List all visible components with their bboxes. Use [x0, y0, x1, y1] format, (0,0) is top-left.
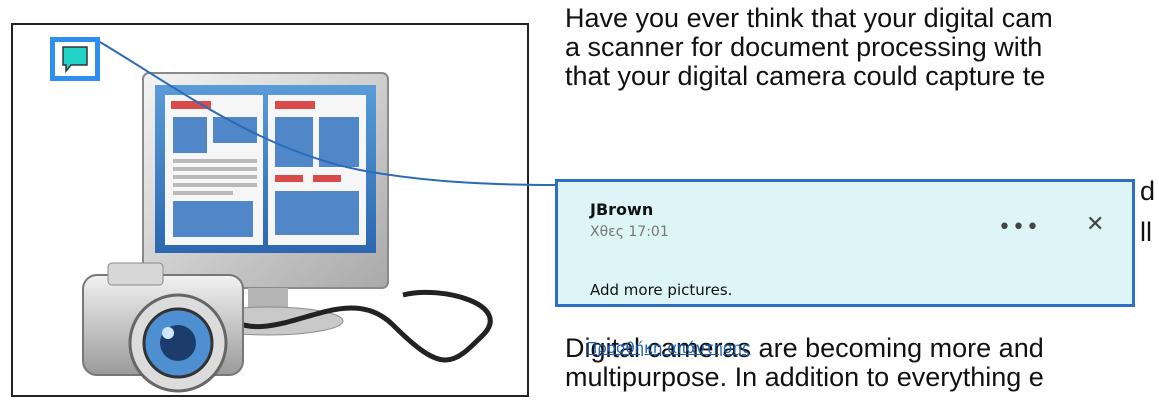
comment-card[interactable]: JBrown Χθες 17:01 ••• ✕ Add more picture…: [555, 179, 1135, 357]
more-options-icon[interactable]: •••: [998, 217, 1040, 239]
paragraph-intro: Have you ever think that your digital ca…: [565, 4, 1159, 91]
comment-bubble-icon: [62, 46, 88, 74]
comment-body: Add more pictures.: [590, 281, 733, 299]
comment-author: JBrown: [590, 200, 654, 219]
text-line: Have you ever think that your digital ca…: [565, 4, 1053, 33]
add-reply-link[interactable]: Προσθήκη απάντησης: [586, 339, 751, 357]
text-line: multipurpose. In addition to everything …: [565, 362, 1044, 392]
document-page: Have you ever think that your digital ca…: [0, 0, 1159, 405]
comment-marker[interactable]: [50, 37, 100, 81]
comment-timestamp: Χθες 17:01: [590, 224, 669, 240]
text-line: that your digital camera could capture t…: [565, 61, 1046, 91]
text-line: a scanner for document processing with: [565, 32, 1043, 62]
close-icon[interactable]: ✕: [1086, 214, 1104, 236]
